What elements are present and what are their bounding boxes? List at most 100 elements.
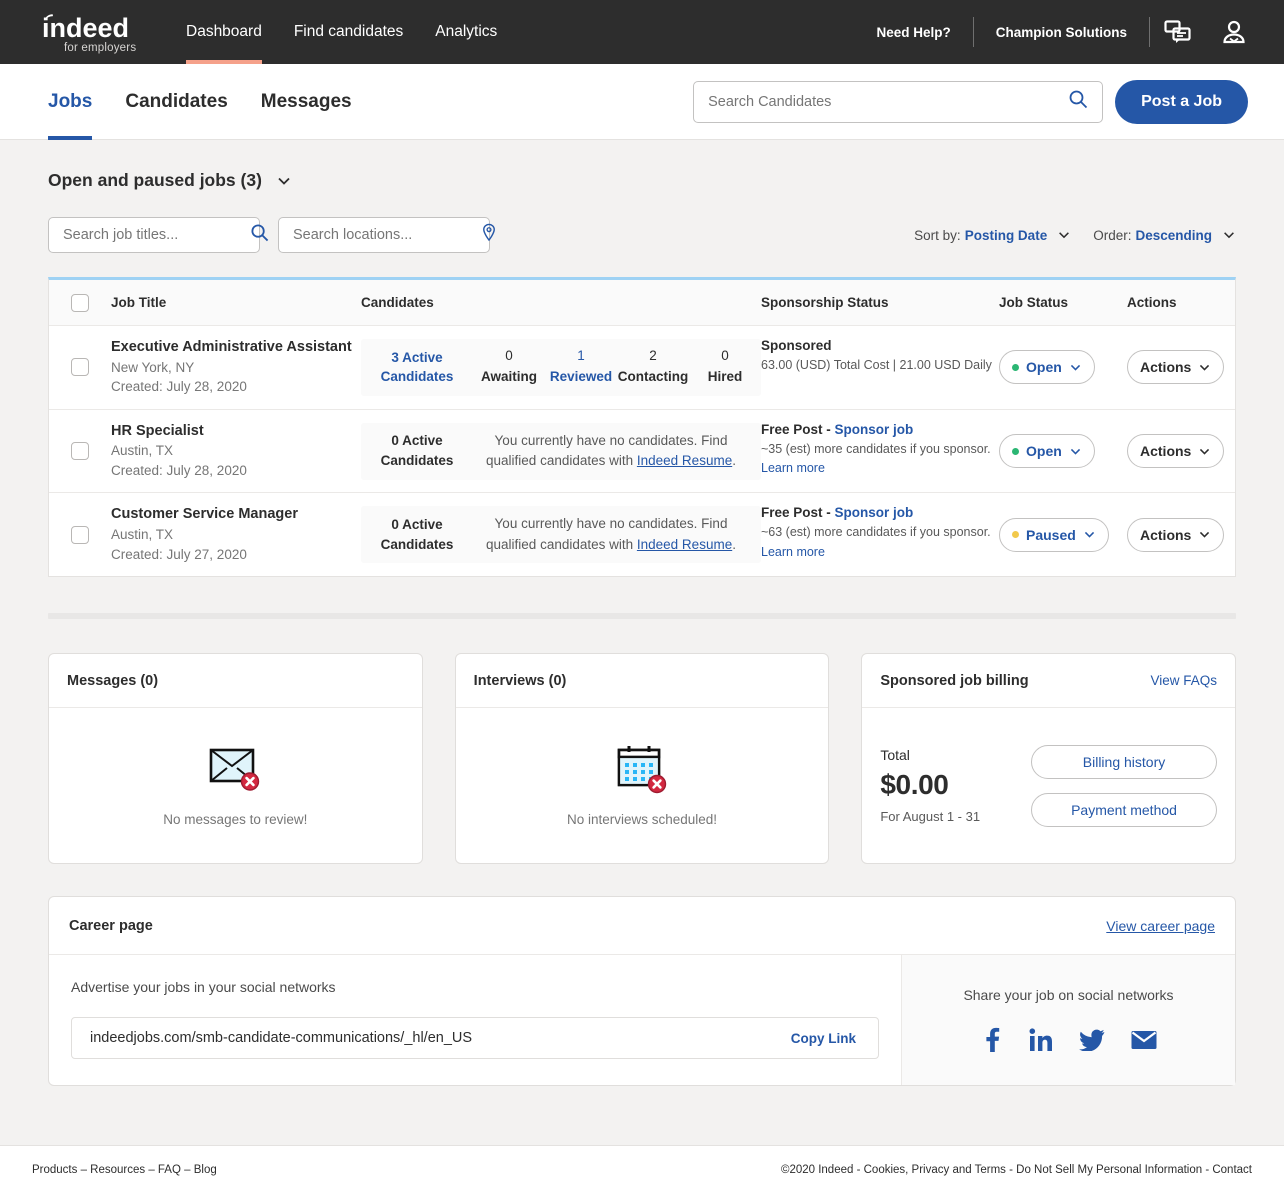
section-tabs: Jobs Candidates Messages <box>48 64 385 140</box>
facebook-icon[interactable] <box>981 1027 1003 1053</box>
row-checkbox[interactable] <box>71 442 89 460</box>
footer-legal[interactable]: ©2020 Indeed - Cookies, Privacy and Term… <box>781 1164 1252 1176</box>
sort-by-value: Posting Date <box>965 228 1048 243</box>
tab-messages[interactable]: Messages <box>261 64 352 140</box>
actions-dropdown[interactable]: Actions <box>1127 350 1224 384</box>
job-location: New York, NY <box>111 358 361 378</box>
nav-link-find-candidates[interactable]: Find candidates <box>278 0 419 64</box>
payment-method-button[interactable]: Payment method <box>1031 793 1217 827</box>
twitter-icon[interactable] <box>1079 1029 1105 1051</box>
career-url-row[interactable]: Copy Link <box>71 1017 879 1059</box>
learn-more-link[interactable]: Learn more <box>761 461 825 475</box>
job-title-cell: Customer Service Manager Austin, TX Crea… <box>111 493 361 576</box>
tab-candidates[interactable]: Candidates <box>125 64 227 140</box>
job-status-dropdown[interactable]: Paused <box>999 518 1109 552</box>
interviews-card-header: Interviews (0) <box>456 654 829 708</box>
need-help-link[interactable]: Need Help? <box>854 25 972 40</box>
job-status-cell: Open <box>999 326 1127 409</box>
order-dropdown[interactable]: Order: Descending <box>1093 228 1236 243</box>
table-row: Customer Service Manager Austin, TX Crea… <box>49 493 1235 576</box>
sort-controls: Sort by: Posting Date Order: Descending <box>914 228 1236 243</box>
job-title-link[interactable]: Customer Service Manager <box>111 505 361 525</box>
post-a-job-button[interactable]: Post a Job <box>1115 80 1248 124</box>
chevron-down-icon <box>1069 445 1082 458</box>
active-candidates-link[interactable]: 3 Active Candidates <box>361 348 473 387</box>
search-job-titles-box[interactable] <box>48 217 260 253</box>
row-checkbox[interactable] <box>71 526 89 544</box>
job-status-dropdown[interactable]: Open <box>999 434 1095 468</box>
dashboard-cards: Messages (0) No messages to review! Inte… <box>48 653 1236 864</box>
sponsorship-cell: Free Post - Sponsor job ~63 (est) more c… <box>761 493 999 576</box>
search-icon[interactable] <box>1068 89 1088 114</box>
search-icon[interactable] <box>250 223 269 247</box>
billing-buttons: Billing history Payment method <box>1031 745 1217 827</box>
job-status-dropdown[interactable]: Open <box>999 350 1095 384</box>
career-share-section: Share your job on social networks <box>901 955 1235 1085</box>
chat-bubbles-icon[interactable] <box>1150 0 1206 64</box>
sponsorship-detail: ~35 (est) more candidates if you sponsor… <box>761 442 991 456</box>
chevron-down-icon[interactable] <box>1222 228 1236 242</box>
stage-awaiting[interactable]: 0 Awaiting <box>473 346 545 388</box>
billing-card-header: Sponsored job billing View FAQs <box>862 654 1235 708</box>
no-candidates-message: You currently have no candidates. Find q… <box>473 431 761 472</box>
sponsorship-detail: 63.00 (USD) Total Cost | 21.00 USD Daily <box>761 356 999 375</box>
open-paused-jobs-title: Open and paused jobs (3) <box>48 170 262 191</box>
search-locations-box[interactable] <box>278 217 490 253</box>
indeed-resume-link[interactable]: Indeed Resume <box>637 453 732 468</box>
sponsor-job-link[interactable]: Sponsor job <box>835 422 914 437</box>
envelope-error-icon <box>209 744 261 794</box>
page-root: indeed for employers Dashboard Find cand… <box>0 0 1284 1193</box>
row-select-cell <box>49 326 111 409</box>
global-header-right: Need Help? Champion Solutions <box>854 0 1262 64</box>
view-career-page-link[interactable]: View career page <box>1106 918 1215 934</box>
location-pin-icon[interactable] <box>480 223 498 247</box>
header-job-title: Job Title <box>111 295 361 310</box>
select-all-checkbox[interactable] <box>71 294 89 312</box>
search-candidates-box[interactable] <box>693 81 1103 123</box>
linkedin-icon[interactable] <box>1029 1028 1053 1052</box>
copy-link-button[interactable]: Copy Link <box>769 1031 878 1046</box>
stage-awaiting-count: 0 <box>473 346 545 367</box>
job-title-link[interactable]: Executive Administrative Assistant <box>111 338 361 358</box>
user-avatar-icon[interactable] <box>1206 0 1262 64</box>
career-url-input[interactable] <box>72 1030 769 1046</box>
view-faqs-link[interactable]: View FAQs <box>1150 673 1217 688</box>
email-icon[interactable] <box>1131 1030 1157 1050</box>
job-title-link[interactable]: HR Specialist <box>111 422 361 442</box>
interviews-empty-text: No interviews scheduled! <box>567 812 717 827</box>
career-page-header: Career page View career page <box>49 897 1235 955</box>
billing-card-body: Total $0.00 For August 1 - 31 Billing hi… <box>862 708 1235 863</box>
job-created-date: Created: July 28, 2020 <box>111 377 361 397</box>
candidates-cell: 3 Active Candidates 0 Awaiting 1 Reviewe… <box>361 326 761 409</box>
job-title-cell: HR Specialist Austin, TX Created: July 2… <box>111 410 361 493</box>
footer-links[interactable]: Products – Resources – FAQ – Blog <box>32 1164 217 1176</box>
share-label: Share your job on social networks <box>963 987 1173 1003</box>
sponsor-job-link[interactable]: Sponsor job <box>835 505 914 520</box>
billing-history-button[interactable]: Billing history <box>1031 745 1217 779</box>
nav-link-dashboard[interactable]: Dashboard <box>170 0 278 64</box>
stage-reviewed[interactable]: 1 Reviewed <box>545 346 617 388</box>
chevron-down-icon[interactable] <box>1057 228 1071 242</box>
jobs-filter-row: Sort by: Posting Date Order: Descending <box>48 217 1236 253</box>
search-candidates-input[interactable] <box>708 94 1068 110</box>
sponsorship-title-wrap: Free Post - Sponsor job <box>761 505 999 520</box>
actions-dropdown[interactable]: Actions <box>1127 518 1224 552</box>
indeed-logo[interactable]: indeed for employers <box>36 11 148 54</box>
search-job-titles-input[interactable] <box>63 227 250 243</box>
account-name-link[interactable]: Champion Solutions <box>974 25 1149 40</box>
tab-jobs[interactable]: Jobs <box>48 64 92 140</box>
sort-by-dropdown[interactable]: Sort by: Posting Date <box>914 228 1071 243</box>
search-locations-input[interactable] <box>293 227 480 243</box>
row-checkbox[interactable] <box>71 358 89 376</box>
job-location: Austin, TX <box>111 525 361 545</box>
nav-link-analytics[interactable]: Analytics <box>419 0 513 64</box>
billing-total-group: Total $0.00 For August 1 - 31 <box>880 747 1030 824</box>
indeed-resume-link[interactable]: Indeed Resume <box>637 537 732 552</box>
stage-hired[interactable]: 0 Hired <box>689 346 761 388</box>
sponsorship-cell: Free Post - Sponsor job ~35 (est) more c… <box>761 410 999 493</box>
status-dot-icon <box>1012 448 1019 455</box>
learn-more-link[interactable]: Learn more <box>761 545 825 559</box>
stage-contacting[interactable]: 2 Contacting <box>617 346 689 388</box>
chevron-down-icon[interactable] <box>276 173 292 189</box>
actions-dropdown[interactable]: Actions <box>1127 434 1224 468</box>
